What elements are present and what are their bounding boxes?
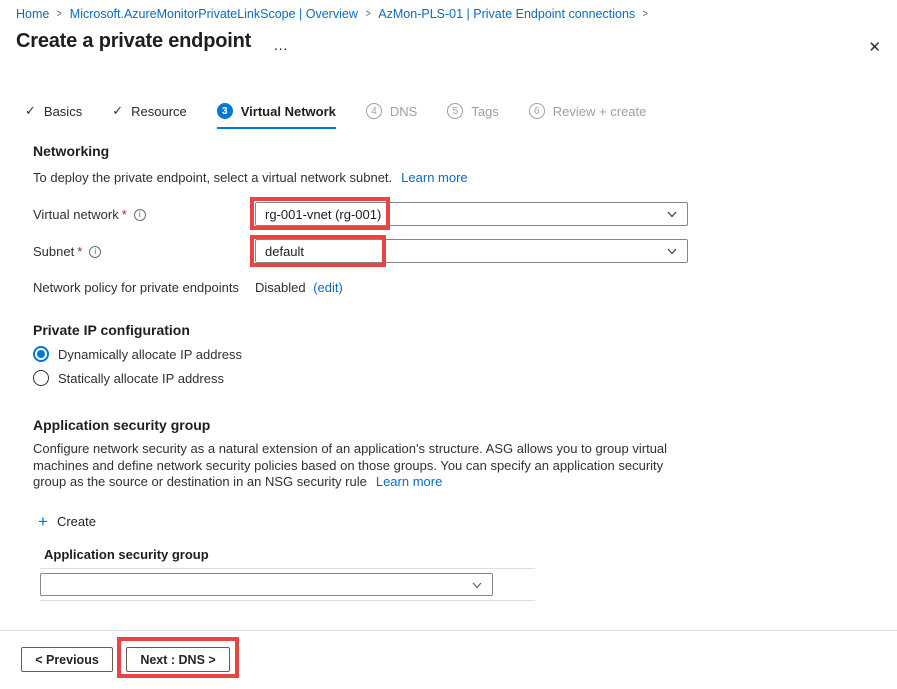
breadcrumb-chevron-icon: >: [365, 8, 371, 20]
chevron-down-icon: [471, 579, 483, 591]
networking-description: To deploy the private endpoint, select a…: [33, 170, 468, 185]
step-number-badge: 6: [528, 103, 545, 119]
asg-learn-more-link[interactable]: Learn more: [376, 474, 442, 489]
tab-label: DNS: [389, 103, 418, 119]
network-policy-label: Network policy for private endpoints: [33, 280, 239, 295]
wizard-tabs: ✓ Basics ✓ Resource 3 Virtual Network 4 …: [25, 103, 646, 129]
breadcrumb-scope-overview[interactable]: Microsoft.AzureMonitorPrivateLinkScope |…: [70, 7, 358, 21]
label-text: Subnet: [33, 244, 75, 259]
asg-description-text: Configure network security as a natural …: [33, 441, 668, 489]
breadcrumb-private-endpoint-connections[interactable]: AzMon-PLS-01 | Private Endpoint connecti…: [378, 7, 635, 21]
networking-description-text: To deploy the private endpoint, select a…: [33, 170, 393, 185]
virtual-network-value: rg-001-vnet (rg-001): [265, 206, 382, 222]
step-number-badge: 3: [216, 103, 233, 119]
radio-selected-icon: [33, 346, 49, 362]
radio-unselected-icon: [33, 370, 49, 386]
info-icon[interactable]: i: [89, 245, 102, 258]
subnet-dropdown[interactable]: default: [255, 239, 688, 263]
tab-basics[interactable]: ✓ Basics: [25, 103, 82, 129]
tab-label: Virtual Network: [240, 103, 336, 119]
asg-dropdown[interactable]: [40, 573, 493, 596]
create-asg-button[interactable]: + Create: [38, 511, 96, 531]
network-policy-status: Disabled: [255, 280, 306, 295]
virtual-network-label: Virtual network * i: [33, 207, 146, 222]
breadcrumb-chevron-icon: >: [642, 8, 648, 20]
next-dns-button[interactable]: Next : DNS >: [126, 647, 230, 672]
required-asterisk: *: [121, 207, 127, 222]
networking-heading: Networking: [33, 143, 110, 159]
asg-description: Configure network security as a natural …: [33, 441, 681, 491]
previous-button[interactable]: < Previous: [21, 647, 113, 672]
subnet-label: Subnet * i: [33, 244, 102, 259]
check-icon: ✓: [112, 103, 124, 118]
chevron-down-icon: [666, 208, 678, 220]
check-icon: ✓: [25, 103, 36, 118]
page-title: Create a private endpoint: [16, 30, 252, 52]
create-label: Create: [56, 514, 96, 529]
private-ip-heading: Private IP configuration: [33, 322, 190, 338]
table-divider: [40, 600, 535, 601]
asg-column-header: Application security group: [44, 547, 209, 562]
tab-resource[interactable]: ✓ Resource: [112, 103, 187, 129]
required-asterisk: *: [77, 244, 83, 259]
step-number-badge: 4: [365, 103, 382, 119]
chevron-down-icon: [666, 245, 678, 257]
breadcrumb-chevron-icon: >: [56, 8, 63, 20]
radio-dynamic-ip[interactable]: Dynamically allocate IP address: [33, 346, 242, 362]
networking-learn-more-link[interactable]: Learn more: [401, 170, 467, 185]
footer-divider: [0, 630, 897, 631]
tab-label: Review + create: [552, 103, 647, 119]
table-divider: [40, 568, 535, 569]
close-icon[interactable]: ✕: [866, 36, 883, 58]
asg-heading: Application security group: [33, 417, 211, 433]
tab-dns[interactable]: 4 DNS: [365, 103, 418, 129]
network-policy-value: Disabled (edit): [255, 280, 343, 295]
tab-label: Resource: [131, 103, 187, 119]
breadcrumb: Home > Microsoft.AzureMonitorPrivateLink…: [16, 7, 649, 21]
create-private-endpoint-dialog: Home > Microsoft.AzureMonitorPrivateLink…: [0, 0, 897, 689]
tab-tags[interactable]: 5 Tags: [447, 103, 499, 129]
tab-virtual-network[interactable]: 3 Virtual Network: [216, 103, 336, 129]
title-row: Create a private endpoint …: [16, 30, 288, 53]
tab-review-create[interactable]: 6 Review + create: [528, 103, 647, 129]
network-policy-edit-link[interactable]: (edit): [313, 280, 343, 295]
radio-label: Statically allocate IP address: [58, 370, 224, 386]
more-options-icon[interactable]: …: [273, 38, 288, 53]
plus-icon: +: [38, 511, 48, 531]
breadcrumb-home[interactable]: Home: [16, 7, 49, 21]
info-icon[interactable]: i: [133, 208, 146, 221]
radio-label: Dynamically allocate IP address: [58, 346, 243, 362]
tab-label: Basics: [43, 103, 83, 119]
radio-static-ip[interactable]: Statically allocate IP address: [33, 370, 224, 386]
tab-label: Tags: [471, 103, 499, 119]
step-number-badge: 5: [447, 103, 464, 119]
label-text: Network policy for private endpoints: [33, 280, 239, 295]
label-text: Virtual network: [33, 207, 119, 222]
virtual-network-dropdown[interactable]: rg-001-vnet (rg-001): [255, 202, 688, 226]
subnet-value: default: [265, 243, 305, 259]
